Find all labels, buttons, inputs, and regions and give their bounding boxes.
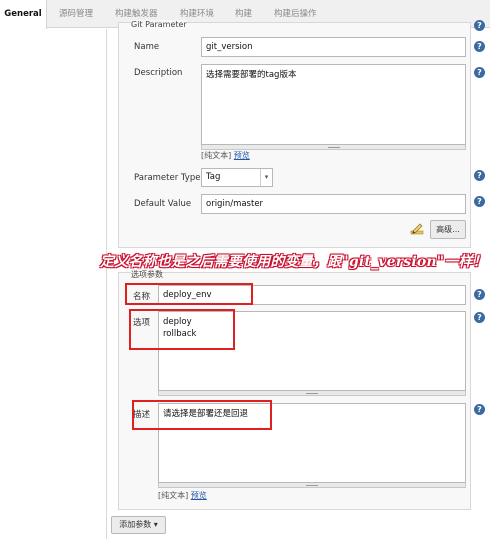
annotation-box-choices [129, 309, 235, 350]
left-margin [0, 29, 107, 539]
annotation-box-name [125, 283, 253, 305]
choice-format-links: [纯文本] 预览 [158, 490, 207, 501]
parameter-type-value: Tag [206, 172, 221, 182]
help-icon[interactable]: ? [474, 67, 485, 78]
name-label: Name [134, 42, 160, 52]
help-icon[interactable]: ? [474, 170, 485, 181]
help-icon[interactable]: ? [474, 312, 485, 323]
preview-link[interactable]: 预览 [234, 151, 250, 160]
git-parameter-title: Git Parameter [131, 20, 187, 29]
parameter-type-label: Parameter Type [134, 173, 201, 183]
help-icon[interactable]: ? [474, 41, 485, 52]
annotation-box-description [132, 400, 272, 430]
plain-text-label: [纯文本] [158, 491, 189, 500]
default-value-label: Default Value [134, 199, 192, 209]
chevron-down-icon: ▾ [260, 169, 272, 186]
format-links: [纯文本] 预览 [201, 150, 250, 161]
annotation-banner: 定义名称也是之后需要使用的变量，跟"git_version"一样！ [100, 254, 487, 270]
parameter-type-select[interactable]: Tag ▾ [201, 168, 273, 187]
plain-text-label: [纯文本] [201, 151, 232, 160]
default-value-input[interactable]: origin/master [201, 194, 466, 214]
help-icon[interactable]: ? [474, 289, 485, 300]
help-icon[interactable]: ? [474, 404, 485, 415]
help-icon[interactable]: ? [474, 196, 485, 207]
description-textarea[interactable]: 选择需要部署的tag版本 [201, 64, 466, 145]
tab-general[interactable]: General [0, 0, 47, 29]
add-parameter-button[interactable]: 添加参数 ▾ [111, 516, 166, 534]
edit-icon[interactable] [410, 222, 424, 235]
preview-link[interactable]: 预览 [191, 491, 207, 500]
textarea-resize-handle[interactable] [158, 391, 466, 396]
help-icon[interactable]: ? [474, 20, 485, 31]
advanced-button[interactable]: 高级... [430, 220, 466, 239]
description-label: Description [134, 68, 183, 78]
tab-source-management[interactable]: 源码管理 [59, 0, 93, 28]
textarea-resize-handle[interactable] [158, 483, 466, 488]
name-input[interactable]: git_version [201, 37, 466, 57]
